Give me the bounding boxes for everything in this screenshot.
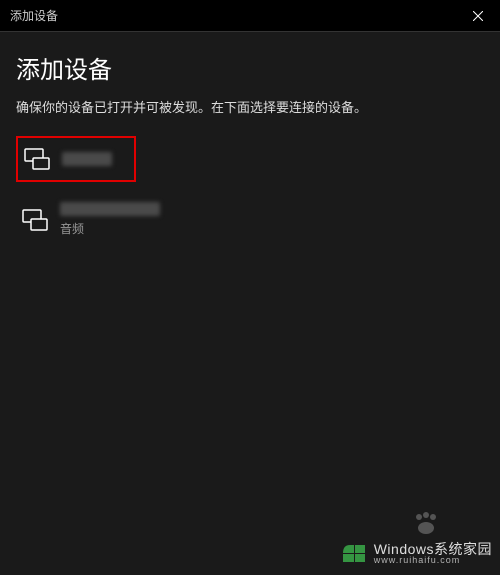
watermark-main: Windows系统家园 [374,542,492,556]
device-info: 音频 [60,202,160,237]
device-name [62,152,112,166]
device-subtype: 音频 [60,220,160,237]
device-list: 音频 [16,136,484,245]
watermark-sub: www.ruihaifu.com [374,556,492,565]
titlebar: 添加设备 [0,0,500,32]
device-monitor-icon [24,146,50,172]
device-monitor-icon [22,207,48,233]
device-name [60,202,160,216]
watermark: Windows系统家园 www.ruihaifu.com [340,539,492,567]
dialog-subheading: 确保你的设备已打开并可被发现。在下面选择要连接的设备。 [16,97,484,116]
dialog-content: 添加设备 确保你的设备已打开并可被发现。在下面选择要连接的设备。 [0,32,500,263]
paw-decoration [412,511,440,535]
titlebar-title: 添加设备 [10,7,58,24]
device-info [62,152,112,166]
device-item[interactable] [16,136,136,182]
dialog-heading: 添加设备 [16,50,484,85]
close-button[interactable] [455,0,500,32]
windows-logo-icon [340,539,368,567]
device-item[interactable]: 音频 [16,194,484,245]
watermark-text: Windows系统家园 www.ruihaifu.com [374,542,492,565]
close-icon [473,11,483,21]
